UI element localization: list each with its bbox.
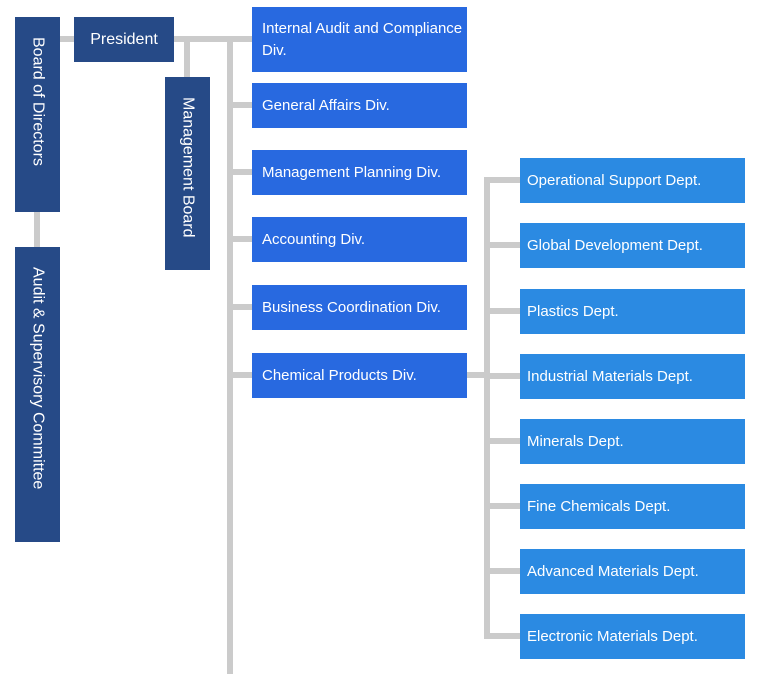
connector (484, 373, 520, 379)
audit-supervisory-committee: Audit & Supervisory Committee (15, 247, 60, 542)
connector (227, 169, 253, 175)
board-of-directors: Board of Directors (15, 17, 60, 212)
connector (34, 210, 40, 250)
division-label: Management Planning Div. (262, 163, 441, 181)
connector (227, 236, 253, 242)
division-label: Internal Audit and Compliance Div. (262, 19, 463, 59)
audit-committee-label: Audit & Supervisory Committee (29, 267, 47, 490)
division-label: Chemical Products Div. (262, 366, 417, 384)
connector (227, 102, 253, 108)
department-label: Industrial Materials Dept. (527, 368, 693, 385)
department-box: Fine Chemicals Dept. (520, 484, 745, 529)
division-box: Chemical Products Div. (252, 353, 467, 398)
connector (484, 503, 520, 509)
department-box: Plastics Dept. (520, 289, 745, 334)
department-box: Minerals Dept. (520, 419, 745, 464)
department-box: Advanced Materials Dept. (520, 549, 745, 594)
management-board-label: Management Board (179, 97, 197, 238)
department-box: Electronic Materials Dept. (520, 614, 745, 659)
department-box: Global Development Dept. (520, 223, 745, 268)
department-label: Operational Support Dept. (527, 172, 702, 189)
president: President (74, 17, 174, 62)
connector (484, 438, 520, 444)
department-label: Advanced Materials Dept. (527, 563, 699, 580)
connector (484, 308, 520, 314)
division-box: Business Coordination Div. (252, 285, 467, 330)
department-label: Minerals Dept. (527, 433, 624, 450)
board-label: Board of Directors (29, 37, 47, 166)
division-box: Management Planning Div. (252, 150, 467, 195)
division-box: Accounting Div. (252, 217, 467, 262)
department-box: Operational Support Dept. (520, 158, 745, 203)
department-label: Fine Chemicals Dept. (527, 498, 671, 515)
division-box: Internal Audit and Compliance Div. (252, 7, 467, 72)
management-board: Management Board (165, 77, 210, 270)
connector (227, 36, 233, 674)
president-label: President (90, 30, 158, 48)
division-label: Business Coordination Div. (262, 298, 441, 316)
department-label: Electronic Materials Dept. (527, 628, 698, 645)
connector (484, 633, 520, 639)
connector (227, 304, 253, 310)
division-label: General Affairs Div. (262, 96, 390, 114)
division-label: Accounting Div. (262, 230, 366, 248)
connector (184, 36, 190, 78)
department-box: Industrial Materials Dept. (520, 354, 745, 399)
department-label: Plastics Dept. (527, 303, 619, 320)
connector (484, 177, 520, 183)
connector (227, 372, 253, 378)
connector (484, 242, 520, 248)
connector (484, 568, 520, 574)
department-label: Global Development Dept. (527, 237, 703, 254)
division-box: General Affairs Div. (252, 83, 467, 128)
